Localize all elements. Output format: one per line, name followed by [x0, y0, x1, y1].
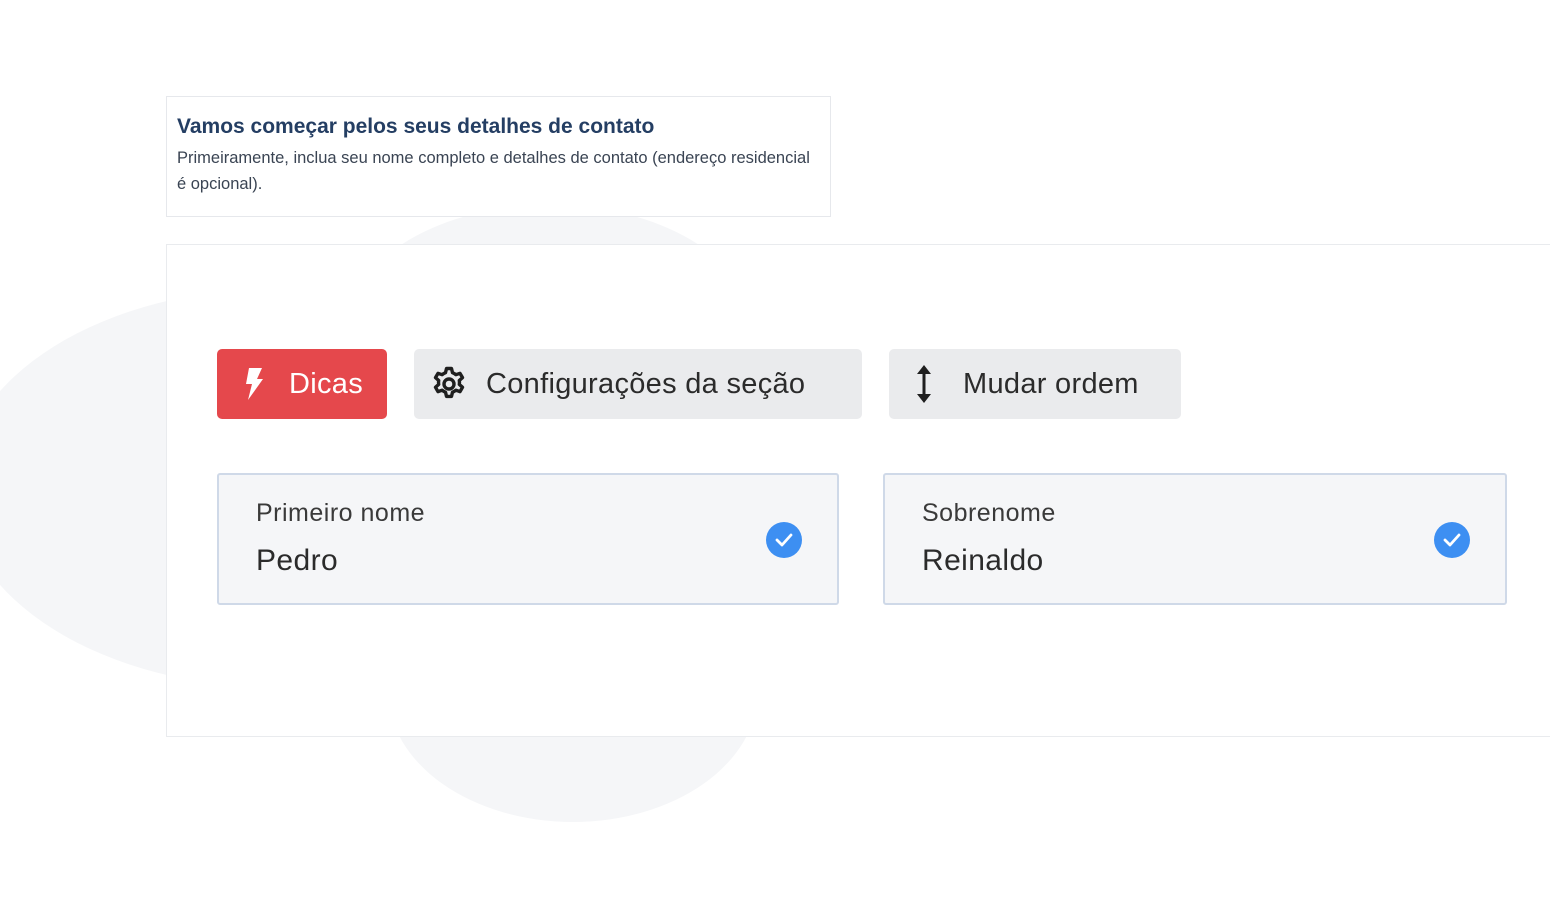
- check-icon: [1434, 522, 1470, 558]
- intro-description: Primeiramente, inclua seu nome completo …: [177, 149, 810, 193]
- tips-button[interactable]: Dicas: [217, 349, 387, 419]
- lightning-icon: [241, 367, 267, 401]
- last-name-label: Sobrenome: [922, 499, 1056, 527]
- intro-title: Vamos começar pelos seus detalhes de con…: [177, 115, 655, 138]
- first-name-label: Primeiro nome: [256, 499, 426, 527]
- vertical-arrows-icon: [911, 364, 937, 404]
- first-name-input[interactable]: [256, 543, 716, 579]
- first-name-field[interactable]: Primeiro nome: [217, 473, 839, 605]
- last-name-field[interactable]: Sobrenome: [883, 473, 1507, 605]
- section-settings-button-label: Configurações da seção: [486, 367, 806, 400]
- gear-icon: [430, 365, 468, 403]
- change-order-button[interactable]: Mudar ordem: [889, 349, 1181, 419]
- check-icon: [766, 522, 802, 558]
- last-name-input[interactable]: [922, 543, 1382, 579]
- intro-card: Vamos começar pelos seus detalhes de con…: [166, 96, 831, 217]
- change-order-button-label: Mudar ordem: [963, 367, 1139, 400]
- contact-section-card: Dicas Configurações da seção Mudar ordem…: [166, 244, 1550, 737]
- tips-button-label: Dicas: [289, 367, 364, 400]
- section-settings-button[interactable]: Configurações da seção: [414, 349, 862, 419]
